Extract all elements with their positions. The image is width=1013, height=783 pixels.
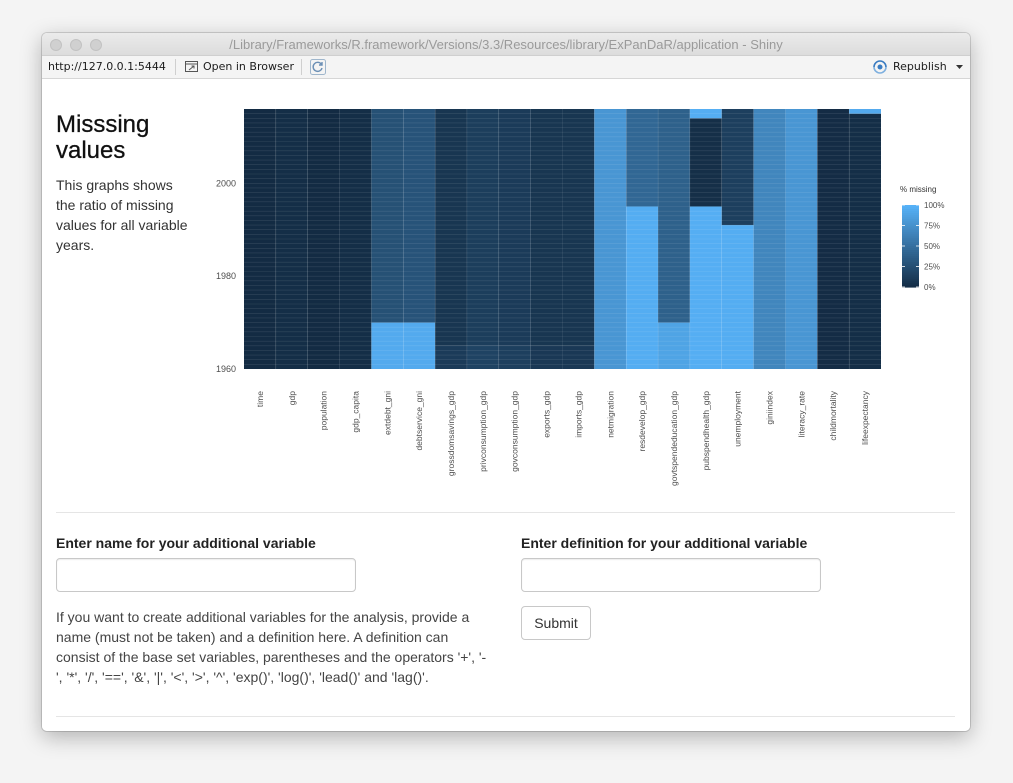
heatmap-tile xyxy=(562,345,595,369)
y-tick-label: 1960 xyxy=(216,364,236,374)
section-description: This graphs shows the ratio of missing v… xyxy=(56,177,188,253)
dropdown-caret-icon[interactable] xyxy=(956,65,963,70)
help-text: If you want to create additional variabl… xyxy=(56,609,487,685)
divider xyxy=(56,716,955,717)
legend-label: 25% xyxy=(924,263,940,272)
x-tick-label: extdebt_gni xyxy=(382,391,392,435)
submit-button[interactable]: Submit xyxy=(521,606,591,640)
x-tick-label: literacy_rate xyxy=(796,391,806,438)
refresh-icon[interactable] xyxy=(310,59,326,75)
toolbar-separator xyxy=(175,59,176,75)
x-tick-label: govconsumption_gdp xyxy=(510,391,520,472)
heatmap-tile xyxy=(849,113,881,369)
title-bar: /Library/Frameworks/R.framework/Versions… xyxy=(42,33,970,56)
viewer-toolbar: http://127.0.0.1:5444 Open in Browser Re… xyxy=(42,56,970,79)
x-tick-label: privconsumption_gdp xyxy=(478,391,488,472)
heatmap-tile xyxy=(498,109,531,346)
heatmap-tile xyxy=(626,109,659,207)
legend-label: 100% xyxy=(924,201,944,210)
heatmap-tile xyxy=(721,225,754,369)
heatmap-tile xyxy=(689,206,722,369)
x-tick-label: lifeexpectancy xyxy=(860,390,870,445)
heatmap-tile xyxy=(466,109,499,346)
x-tick-label: giniindex xyxy=(765,390,775,424)
x-tick-label: time xyxy=(255,391,265,407)
divider xyxy=(56,512,955,513)
heatmap-tile xyxy=(689,118,722,207)
heatmap-tile xyxy=(498,345,531,369)
republish-icon[interactable] xyxy=(872,60,888,74)
x-tick-label: gdp_capita xyxy=(350,391,360,433)
x-tick-label: population xyxy=(319,391,329,431)
toolbar-separator xyxy=(301,59,302,75)
missing-values-heatmap: 1960 1980 2000 time gdp population gdp_capita e… xyxy=(216,109,944,486)
open-in-browser-button[interactable]: Open in Browser xyxy=(203,60,294,73)
heatmap-tile xyxy=(721,109,754,226)
app-window: /Library/Frameworks/R.framework/Versions… xyxy=(42,33,970,731)
y-tick-label: 2000 xyxy=(216,178,236,188)
legend-label: 50% xyxy=(924,242,940,251)
legend-label: 0% xyxy=(924,283,936,292)
x-tick-label: childmortality xyxy=(828,390,838,440)
x-tick-label: unemployment xyxy=(733,390,743,446)
heatmap-tile xyxy=(466,345,499,369)
window-title: /Library/Frameworks/R.framework/Versions… xyxy=(229,37,783,52)
heatmap-tile xyxy=(435,109,467,346)
legend-title: % missing xyxy=(900,185,936,194)
republish-button[interactable]: Republish xyxy=(893,60,947,73)
app-content: Misssing values This graphs shows the ra… xyxy=(42,79,970,731)
page-title: Misssing values xyxy=(56,111,150,164)
definition-input[interactable] xyxy=(521,558,821,592)
name-field-label: Enter name for your additional variable xyxy=(56,535,316,551)
x-tick-label: resdevelop_gdp xyxy=(637,391,647,452)
y-tick-label: 1980 xyxy=(216,271,236,281)
x-tick-label: pubspendhealth_gdp xyxy=(701,391,711,471)
heatmap-tile xyxy=(435,345,467,369)
legend-label: 75% xyxy=(924,222,940,231)
heatmap-tile xyxy=(562,109,595,346)
x-tick-label: debtservice_gni xyxy=(414,391,424,451)
x-tick-label: grossdomsavings_gdp xyxy=(446,391,456,476)
x-tick-label: netmigration xyxy=(605,391,615,438)
url-label: http://127.0.0.1:5444 xyxy=(48,60,166,73)
x-tick-label: imports_gdp xyxy=(573,391,583,438)
heatmap-tile xyxy=(530,345,563,369)
x-tick-label: exports_gdp xyxy=(542,391,552,438)
x-tick-label: gdp xyxy=(287,391,297,405)
heatmap-tile xyxy=(530,109,563,346)
name-input[interactable] xyxy=(56,558,356,592)
heatmap-tile xyxy=(849,109,881,114)
open-browser-icon[interactable] xyxy=(185,61,198,72)
definition-field-label: Enter definition for your additional var… xyxy=(521,535,808,551)
heatmap-tile xyxy=(626,206,659,369)
x-tick-label: govtspendeducation_gdp xyxy=(669,391,679,486)
